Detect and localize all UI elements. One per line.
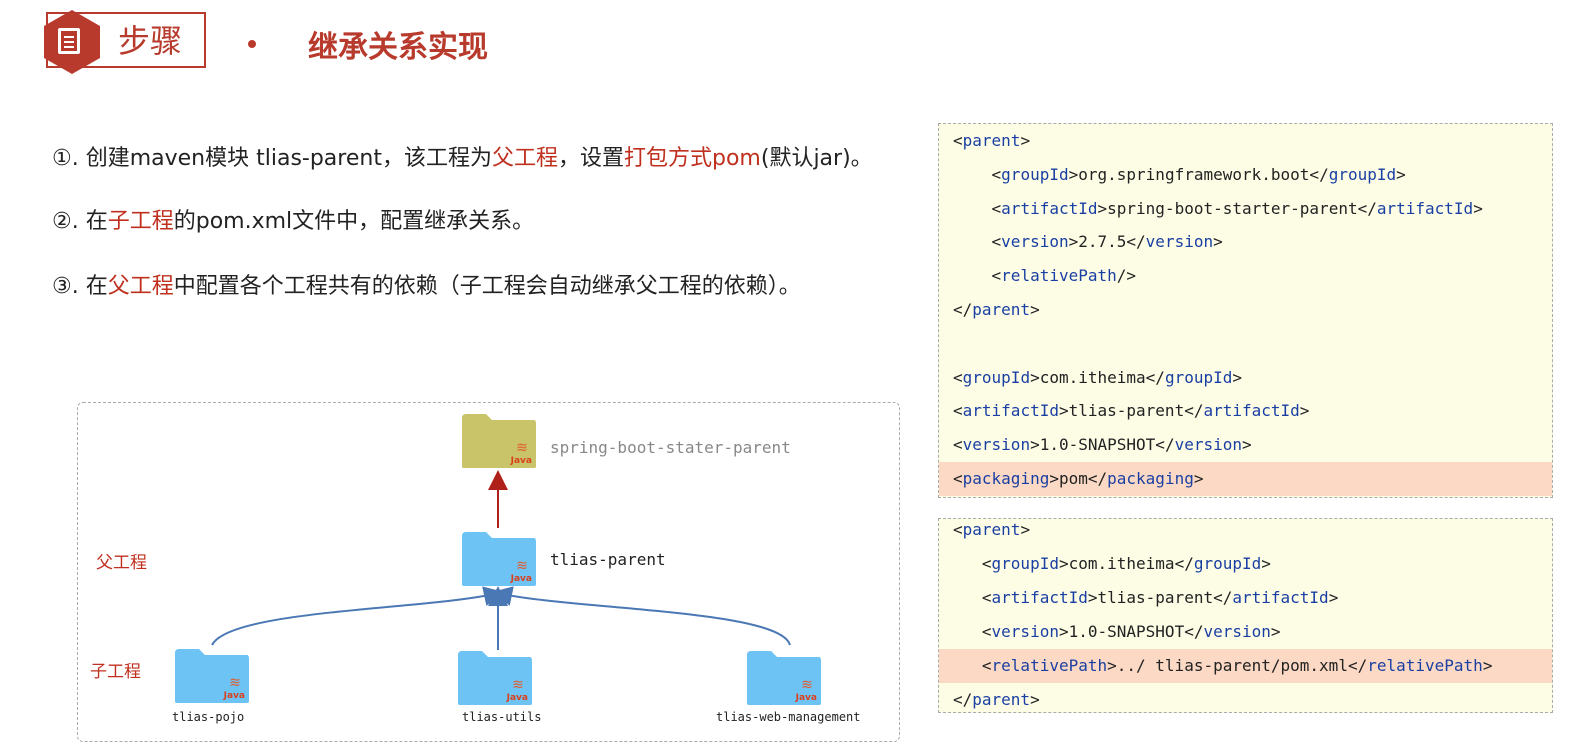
child-project-label: 子工程: [90, 662, 141, 682]
svg-text:≋: ≋: [801, 677, 813, 693]
tlias-parent-folder-icon: ≋ Java: [460, 530, 538, 588]
tlias-web-management-folder-icon: ≋ Java: [745, 649, 823, 707]
tlias-pojo-label: tlias-pojo: [172, 710, 245, 724]
tlias-utils-label: tlias-utils: [462, 710, 542, 724]
svg-text:≋: ≋: [516, 440, 528, 456]
java-badge: Java: [223, 691, 245, 701]
inherit-arrow-pojo: [211, 586, 504, 646]
svg-text:≋: ≋: [516, 558, 528, 574]
tlias-pojo-folder-icon: ≋ Java: [173, 647, 251, 705]
java-badge: Java: [510, 456, 532, 466]
parent-project-label: 父工程: [96, 553, 147, 573]
inherit-arrow-web: [492, 586, 791, 646]
tlias-parent-label: tlias-parent: [550, 550, 666, 569]
spring-boot-parent-label: spring-boot-stater-parent: [550, 438, 791, 457]
svg-text:≋: ≋: [229, 675, 241, 691]
svg-text:≋: ≋: [512, 677, 524, 693]
spring-boot-parent-folder-icon: ≋ Java: [460, 412, 538, 470]
tlias-utils-folder-icon: ≋ Java: [456, 649, 534, 707]
tlias-web-management-label: tlias-web-management: [716, 710, 861, 724]
java-badge: Java: [510, 574, 532, 584]
java-badge: Java: [795, 693, 817, 703]
java-badge: Java: [506, 693, 528, 703]
diagram-arrows: [211, 470, 791, 650]
